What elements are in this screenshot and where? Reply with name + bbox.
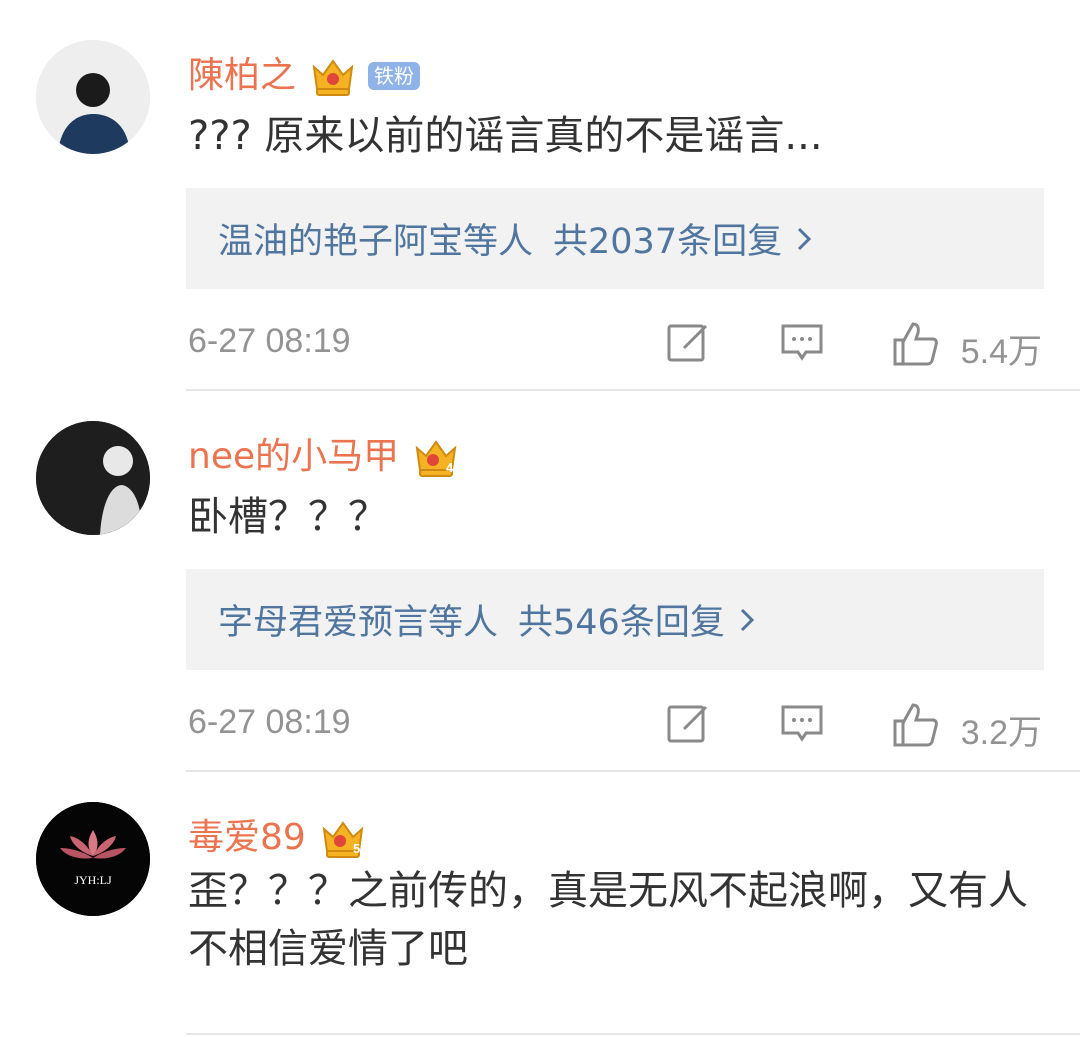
- divider: [186, 1033, 1080, 1035]
- comment-text: 歪？？？之前传的，真是无风不起浪啊，又有人不相信爱情了吧: [188, 868, 1028, 972]
- crown-icon[interactable]: 5: [320, 815, 366, 861]
- chevron-right-icon: [740, 608, 754, 631]
- avatar[interactable]: [36, 40, 150, 154]
- comment-time: 6-27 08:19: [188, 703, 351, 741]
- avatar[interactable]: JYH:LJ: [36, 802, 150, 916]
- comment-meta: 6-27 08:19 3.2万: [188, 693, 1044, 753]
- comment-icon[interactable]: [780, 701, 824, 745]
- avatar-image: [36, 40, 150, 154]
- comment-icon[interactable]: [780, 320, 824, 364]
- svg-text:5: 5: [353, 841, 360, 856]
- reply-count: 共2037条回复: [553, 222, 783, 262]
- edit-icon[interactable]: [666, 320, 710, 364]
- crown-icon[interactable]: [310, 53, 356, 99]
- reply-names: 温油的艳子阿宝等人: [218, 222, 534, 262]
- fan-badge: 铁粉: [368, 62, 421, 90]
- svg-text:4: 4: [446, 460, 454, 475]
- username[interactable]: 陳柏之: [188, 58, 296, 94]
- avatar-text: JYH:LJ: [74, 873, 112, 887]
- like-count: 3.2万: [960, 714, 1042, 752]
- comment-text: 卧槽？？？: [188, 494, 388, 540]
- comment-time: 6-27 08:19: [188, 322, 351, 360]
- avatar-image: JYH:LJ: [36, 802, 150, 916]
- comment-meta: 6-27 08:19 5.4万: [188, 312, 1044, 372]
- comment-item: JYH:LJ 毒爱89 5 歪？？？之前传的，真是无风不起浪啊，又有人不相信爱情…: [0, 802, 1080, 1037]
- reply-count: 共546条回复: [518, 603, 725, 643]
- like-icon[interactable]: [891, 701, 939, 749]
- edit-icon[interactable]: [666, 701, 710, 745]
- username[interactable]: nee的小马甲: [188, 439, 399, 475]
- comment-text: ??? 原来以前的谣言真的不是谣言...: [188, 113, 823, 159]
- divider: [186, 770, 1080, 772]
- reply-summary[interactable]: 温油的艳子阿宝等人 共2037条回复: [186, 188, 1044, 289]
- crown-icon[interactable]: 4: [413, 434, 459, 480]
- like-count: 5.4万: [960, 333, 1042, 371]
- reply-summary[interactable]: 字母君爱预言等人 共546条回复: [186, 569, 1044, 670]
- avatar[interactable]: [36, 421, 150, 535]
- username[interactable]: 毒爱89: [188, 820, 306, 856]
- like-icon[interactable]: [891, 320, 939, 368]
- avatar-image: [36, 421, 150, 535]
- reply-names: 字母君爱预言等人: [218, 603, 499, 643]
- comment-item: nee的小马甲 4 卧槽？？？ 字母君爱预言等人 共546条回复 6-27 08…: [0, 421, 1080, 771]
- divider: [186, 389, 1080, 391]
- chevron-right-icon: [798, 227, 812, 250]
- comment-item: 陳柏之 铁粉 ??? 原来以前的谣言真的不是谣言... 温油的艳子阿宝等人 共2…: [0, 40, 1080, 390]
